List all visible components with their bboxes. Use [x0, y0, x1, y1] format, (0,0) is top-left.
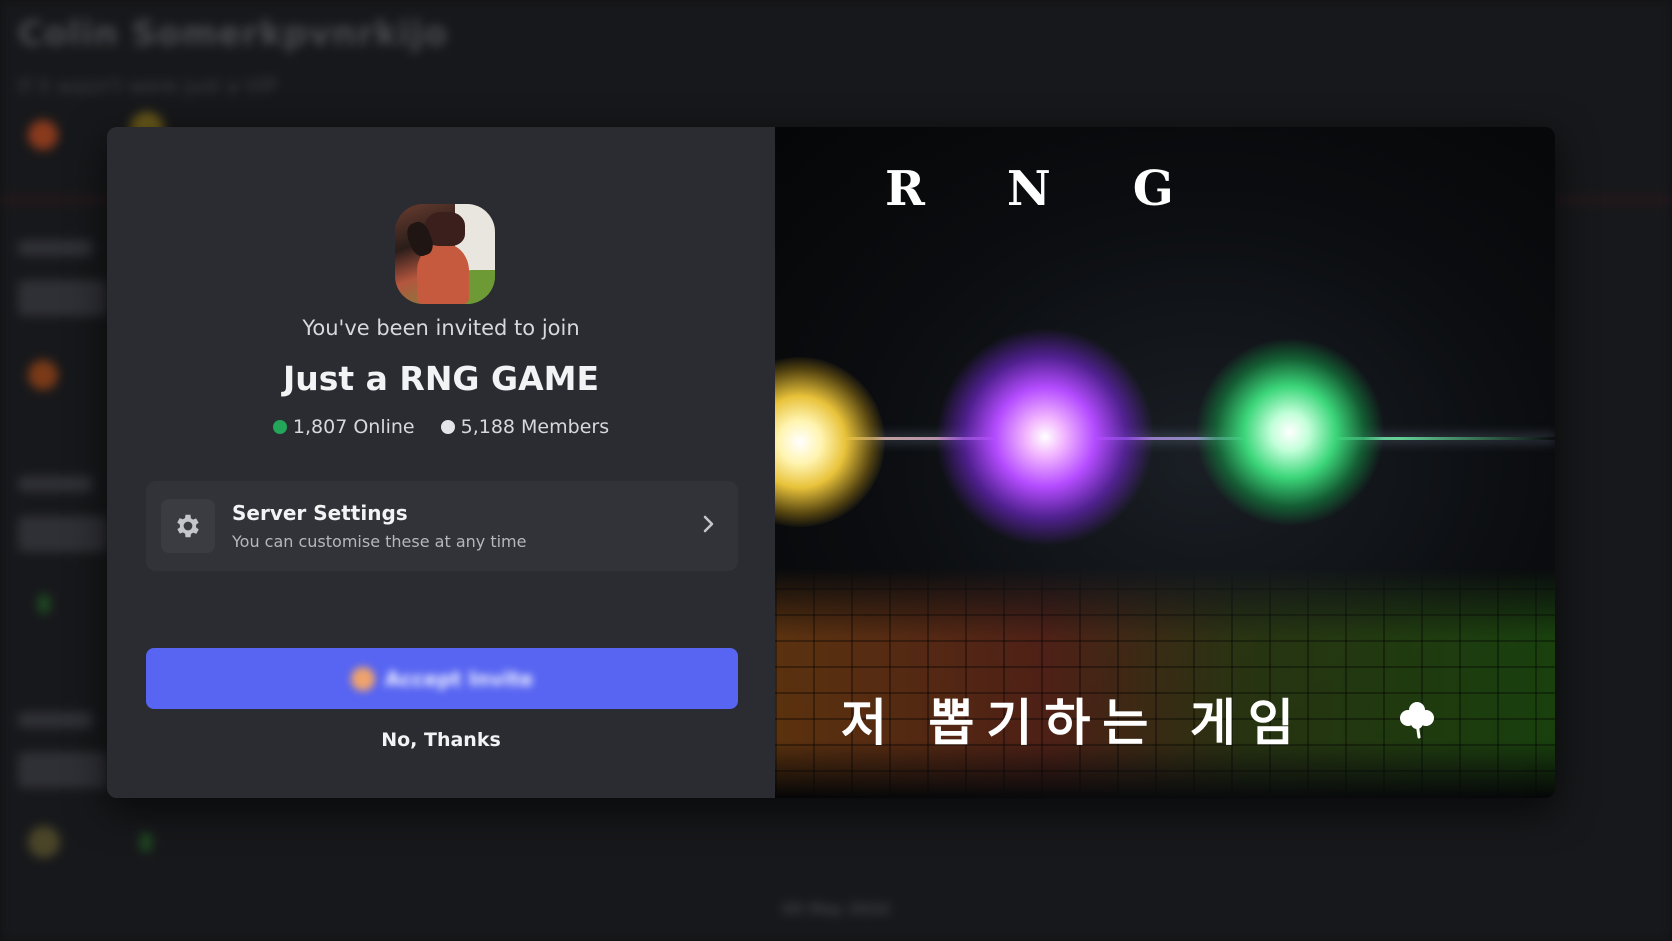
- member-stat: 5,188 Members: [440, 416, 610, 438]
- invite-info-panel: You've been invited to join Just a RNG G…: [107, 127, 775, 798]
- background-avatar: [28, 360, 58, 390]
- online-stat: 1,807 Online: [272, 416, 415, 438]
- background-placeholder: [18, 240, 93, 256]
- banner-letter: R: [885, 161, 925, 217]
- member-count: 5,188 Members: [460, 416, 610, 438]
- accept-emoji-icon: [350, 666, 375, 691]
- yellow-orb: [775, 357, 885, 527]
- accept-invite-label: Accept Invite: [384, 666, 534, 691]
- online-count: 1,807 Online: [292, 416, 415, 438]
- server-name: Just a RNG GAME: [282, 359, 600, 398]
- no-thanks-button[interactable]: No, Thanks: [107, 729, 775, 751]
- background-placeholder: [38, 594, 50, 614]
- online-dot-icon: [272, 420, 287, 434]
- background-channel-title: Colin Somerkpvnrkijo: [18, 14, 449, 54]
- date-divider: 09 May 2024: [782, 900, 890, 918]
- server-settings-texts: Server Settings You can customise these …: [232, 501, 702, 551]
- member-dot-icon: [440, 420, 455, 434]
- server-stats: 1,807 Online 5,188 Members: [107, 416, 775, 438]
- server-settings-title: Server Settings: [232, 501, 408, 525]
- chevron-right-icon: [702, 514, 716, 538]
- background-placeholder: [18, 752, 108, 788]
- purple-orb: [935, 327, 1155, 547]
- gear-icon: [161, 499, 215, 553]
- green-orb: [1195, 337, 1385, 527]
- screen: Colin Somerkpvnrkijo If it wasn't were j…: [0, 0, 1672, 941]
- invite-heading: You've been invited to join: [302, 316, 580, 340]
- background-placeholder: [18, 712, 93, 728]
- background-channel-subtitle: If it wasn't were just a VIP: [18, 74, 277, 98]
- banner-tagline: 저 뽑기하는 게임: [841, 694, 1306, 752]
- server-icon: [395, 204, 495, 304]
- clover-icon: [1397, 699, 1437, 743]
- server-settings-description: You can customise these at any time: [232, 532, 527, 551]
- server-banner: R N G 저 뽑기하는 게임: [775, 127, 1555, 798]
- banner-letter: G: [1132, 161, 1174, 217]
- server-settings-row[interactable]: Server Settings You can customise these …: [146, 481, 738, 571]
- invite-modal: You've been invited to join Just a RNG G…: [107, 127, 1555, 798]
- background-avatar: [28, 120, 58, 150]
- background-avatar: [28, 826, 60, 858]
- banner-letter: N: [1006, 161, 1051, 217]
- background-placeholder: [18, 476, 93, 492]
- banner-light-beam: [775, 437, 1555, 440]
- background-placeholder: [140, 832, 152, 852]
- accept-invite-button[interactable]: Accept Invite: [146, 648, 738, 709]
- background-placeholder: [18, 516, 108, 552]
- background-placeholder: [18, 280, 108, 316]
- banner-rng-title: R N G: [885, 161, 1174, 217]
